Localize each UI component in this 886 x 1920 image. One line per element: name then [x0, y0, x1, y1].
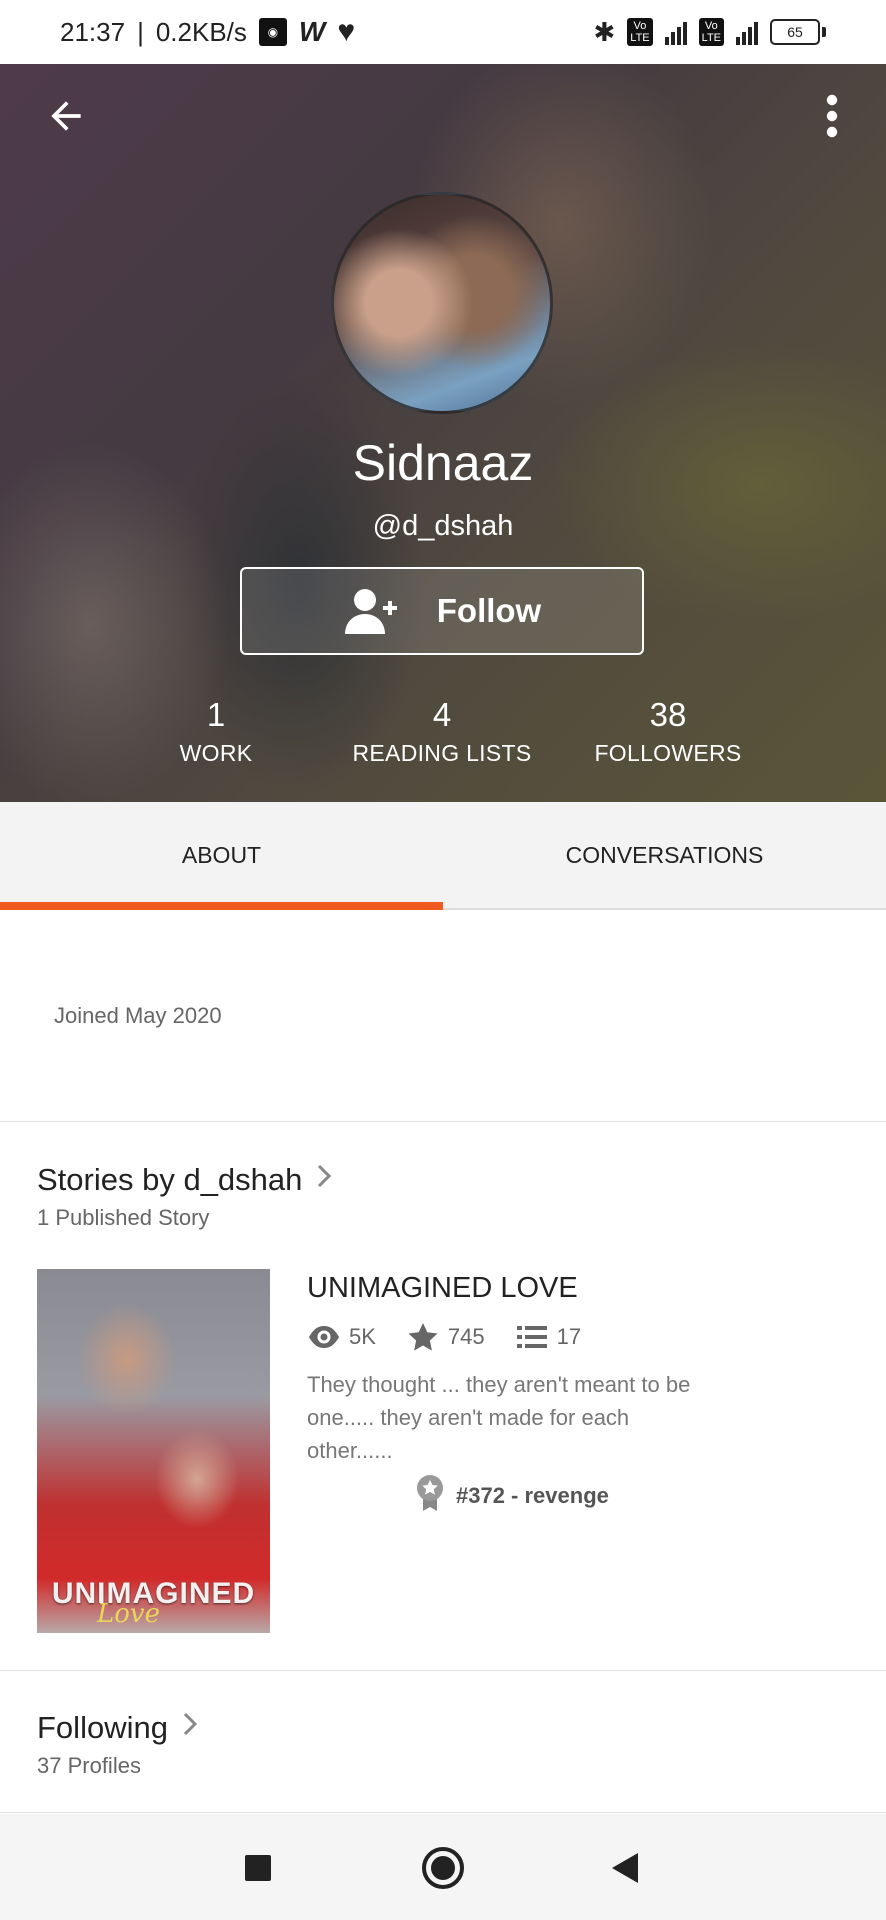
joined-date: Joined May 2020	[54, 1003, 222, 1028]
story-tag: #372 - revenge	[456, 1483, 609, 1508]
chevron-right-icon	[182, 1711, 198, 1745]
tab-conversations[interactable]: CONVERSATIONS	[443, 802, 886, 908]
more-options-icon[interactable]	[810, 94, 854, 150]
back-triangle-icon[interactable]	[600, 1843, 650, 1893]
profile-tabs: ABOUT CONVERSATIONS	[0, 802, 886, 910]
following-title: Following	[37, 1710, 168, 1745]
story-cover[interactable]: UNIMAGINED Love	[37, 1269, 270, 1633]
story-title[interactable]: UNIMAGINED LOVE	[307, 1272, 578, 1305]
stat-reading-lists[interactable]: 4 READING LISTS	[317, 696, 567, 767]
list-icon	[515, 1322, 549, 1352]
signal-icon-2	[736, 19, 758, 45]
app-notification-icon: ◉	[258, 18, 287, 46]
battery-level: 65	[770, 19, 820, 45]
bluetooth-icon: ✱	[593, 16, 616, 47]
display-name: Sidnaaz	[352, 435, 534, 491]
chevron-right-icon	[316, 1163, 332, 1197]
stories-subtitle: 1 Published Story	[37, 1205, 210, 1230]
divider	[0, 1812, 886, 1813]
story-votes: 745	[447, 1324, 485, 1349]
username: @d_dshah	[372, 510, 514, 542]
battery-icon: 65	[770, 19, 826, 45]
star-icon	[406, 1322, 440, 1352]
network-speed: 0.2KB/s	[155, 16, 247, 47]
divider	[0, 1670, 886, 1671]
divider	[0, 1121, 886, 1122]
signal-icon	[664, 19, 687, 45]
story-reads: 5K	[349, 1324, 376, 1349]
status-time: 21:37	[60, 16, 126, 47]
volte-icon: Vo LTE	[627, 18, 653, 46]
avatar[interactable]	[331, 192, 553, 414]
story-stats: 5K 745 17	[307, 1322, 611, 1352]
story-ranking-tag[interactable]: #372 - revenge	[416, 1474, 609, 1518]
volte-icon-2: Vo LTE	[698, 18, 724, 46]
story-parts: 17	[556, 1324, 582, 1349]
back-arrow-icon[interactable]	[38, 94, 94, 150]
story-description: They thought ... they aren't meant to be…	[307, 1372, 691, 1463]
add-person-icon	[343, 586, 399, 636]
stories-title: Stories by d_dshah	[37, 1162, 303, 1197]
stories-section-link[interactable]: Stories by d_dshah	[37, 1162, 332, 1198]
cover-script: Love	[97, 1599, 160, 1629]
profile-header: Sidnaaz @d_dshah Follow 1 WORK 4 READING…	[0, 64, 886, 802]
tab-about[interactable]: ABOUT	[0, 802, 443, 910]
following-section-link[interactable]: Following	[37, 1710, 198, 1746]
follow-button[interactable]: Follow	[240, 567, 644, 655]
heart-icon: ♥	[337, 15, 356, 48]
following-subtitle: 37 Profiles	[37, 1753, 141, 1778]
home-circle-icon[interactable]	[418, 1843, 468, 1893]
status-bar: 21:37 | 0.2KB/s ◉ W ♥ ✱ Vo LTE Vo LTE 65	[0, 0, 886, 64]
follow-label: Follow	[436, 592, 542, 629]
recents-square-icon[interactable]	[233, 1843, 283, 1893]
eye-icon	[307, 1322, 341, 1352]
stat-followers[interactable]: 38 FOLLOWERS	[543, 696, 793, 767]
stat-works[interactable]: 1 WORK	[91, 696, 341, 767]
wattpad-icon: W	[298, 16, 326, 47]
award-icon	[416, 1474, 444, 1518]
